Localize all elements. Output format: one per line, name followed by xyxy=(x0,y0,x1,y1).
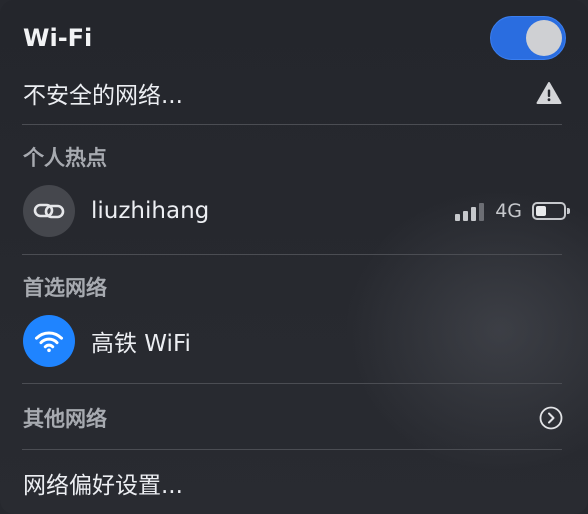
preferred-section-heading: 首选网络 xyxy=(23,276,107,300)
signal-bar xyxy=(455,214,461,221)
insecure-network-label: 不安全的网络... xyxy=(23,83,183,109)
wifi-header-row: Wi-Fi xyxy=(0,16,588,60)
insecure-network-row[interactable]: 不安全的网络... xyxy=(0,70,588,116)
link-icon xyxy=(23,185,75,237)
divider xyxy=(22,449,562,450)
hotspot-status: 4G xyxy=(455,200,570,222)
warning-icon xyxy=(536,81,562,105)
network-preferences-label: 网络偏好设置... xyxy=(23,473,183,499)
battery-icon xyxy=(532,202,570,220)
divider xyxy=(22,383,562,384)
battery-nub xyxy=(567,208,570,214)
wifi-toggle[interactable] xyxy=(490,16,566,60)
other-networks-label: 其他网络 xyxy=(23,407,107,431)
divider xyxy=(22,254,562,255)
cellular-signal-icon xyxy=(455,201,487,221)
preferred-network-name: 高铁 WiFi xyxy=(91,331,191,357)
network-preferences-row[interactable]: 网络偏好设置... xyxy=(0,460,588,506)
preferred-network-row[interactable]: 高铁 WiFi xyxy=(0,314,588,368)
wifi-icon xyxy=(23,315,75,367)
hotspot-section-heading-row: 个人热点 xyxy=(0,140,588,174)
battery-level xyxy=(536,206,547,216)
signal-bar xyxy=(471,207,477,221)
network-type-label: 4G xyxy=(495,200,522,222)
other-networks-row[interactable]: 其他网络 xyxy=(0,396,588,440)
signal-bar xyxy=(479,203,485,221)
preferred-section-heading-row: 首选网络 xyxy=(0,270,588,304)
wifi-title: Wi-Fi xyxy=(23,24,93,52)
signal-bar xyxy=(463,211,469,221)
wifi-menu-panel: Wi-Fi 不安全的网络... 个人热点 liuzhihang 4G 首选网络 … xyxy=(0,0,588,514)
hotspot-device-name: liuzhihang xyxy=(91,198,210,224)
hotspot-section-heading: 个人热点 xyxy=(23,146,107,170)
divider xyxy=(22,124,562,125)
chevron-right-circle-icon[interactable] xyxy=(539,406,563,430)
hotspot-device-row[interactable]: liuzhihang 4G xyxy=(0,184,588,238)
wifi-toggle-knob xyxy=(526,20,562,56)
